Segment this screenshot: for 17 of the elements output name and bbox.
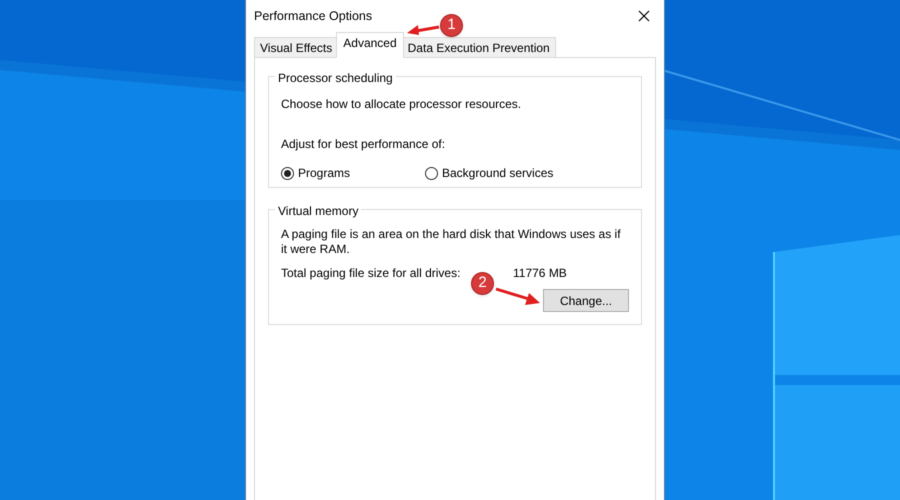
change-button[interactable]: Change...: [543, 289, 629, 312]
radio-button[interactable]: [425, 166, 438, 180]
window-title: Performance Options: [254, 8, 372, 25]
description-text: Choose how to allocate processor resources.: [281, 96, 522, 113]
arrow-icon: [406, 22, 440, 36]
field-value: 11776 MB: [513, 265, 567, 282]
tab[interactable]: Advanced: [336, 32, 404, 58]
arrow-icon: [495, 287, 541, 307]
tab[interactable]: Visual Effects: [254, 37, 338, 58]
radio-button[interactable]: [281, 166, 294, 180]
close-icon[interactable]: [638, 10, 650, 22]
description-text: A paging file is an area on the hard disk that Windows uses as if it were RAM.: [281, 227, 622, 257]
prompt-text: Adjust for best performance of:: [281, 136, 446, 153]
radio-label[interactable]: Programs: [298, 164, 350, 182]
tab[interactable]: Data Execution Prevention: [402, 37, 556, 58]
radio-label[interactable]: Background services: [442, 164, 554, 182]
field-label: Total paging file size for all drives:: [281, 266, 460, 280]
